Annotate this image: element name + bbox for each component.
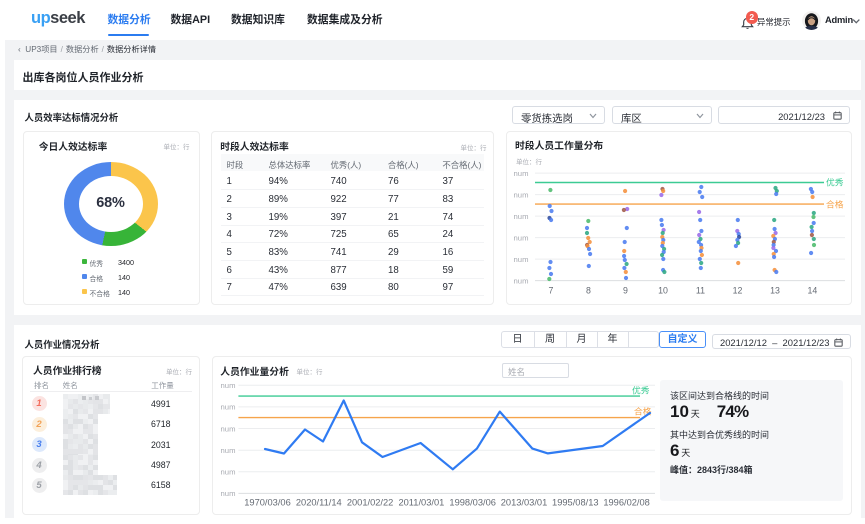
svg-text:num: num	[221, 489, 236, 498]
svg-text:1998/03/06: 1998/03/06	[449, 498, 496, 508]
svg-text:2011/03/01: 2011/03/01	[398, 498, 444, 508]
svg-text:num: num	[221, 446, 236, 455]
svg-text:num: num	[221, 424, 236, 433]
svg-text:num: num	[221, 381, 236, 390]
svg-text:num: num	[221, 403, 236, 412]
svg-text:num: num	[221, 468, 236, 477]
svg-text:1970/03/06: 1970/03/06	[244, 498, 291, 508]
svg-text:1995/08/13: 1995/08/13	[552, 498, 599, 508]
svg-text:优秀: 优秀	[632, 384, 650, 397]
svg-text:2013/03/01: 2013/03/01	[501, 498, 548, 508]
svg-text:合格: 合格	[634, 405, 652, 418]
svg-text:2001/02/22: 2001/02/22	[347, 498, 394, 508]
svg-text:2020/11/14: 2020/11/14	[296, 498, 342, 508]
svg-text:1996/02/08: 1996/02/08	[603, 498, 650, 508]
